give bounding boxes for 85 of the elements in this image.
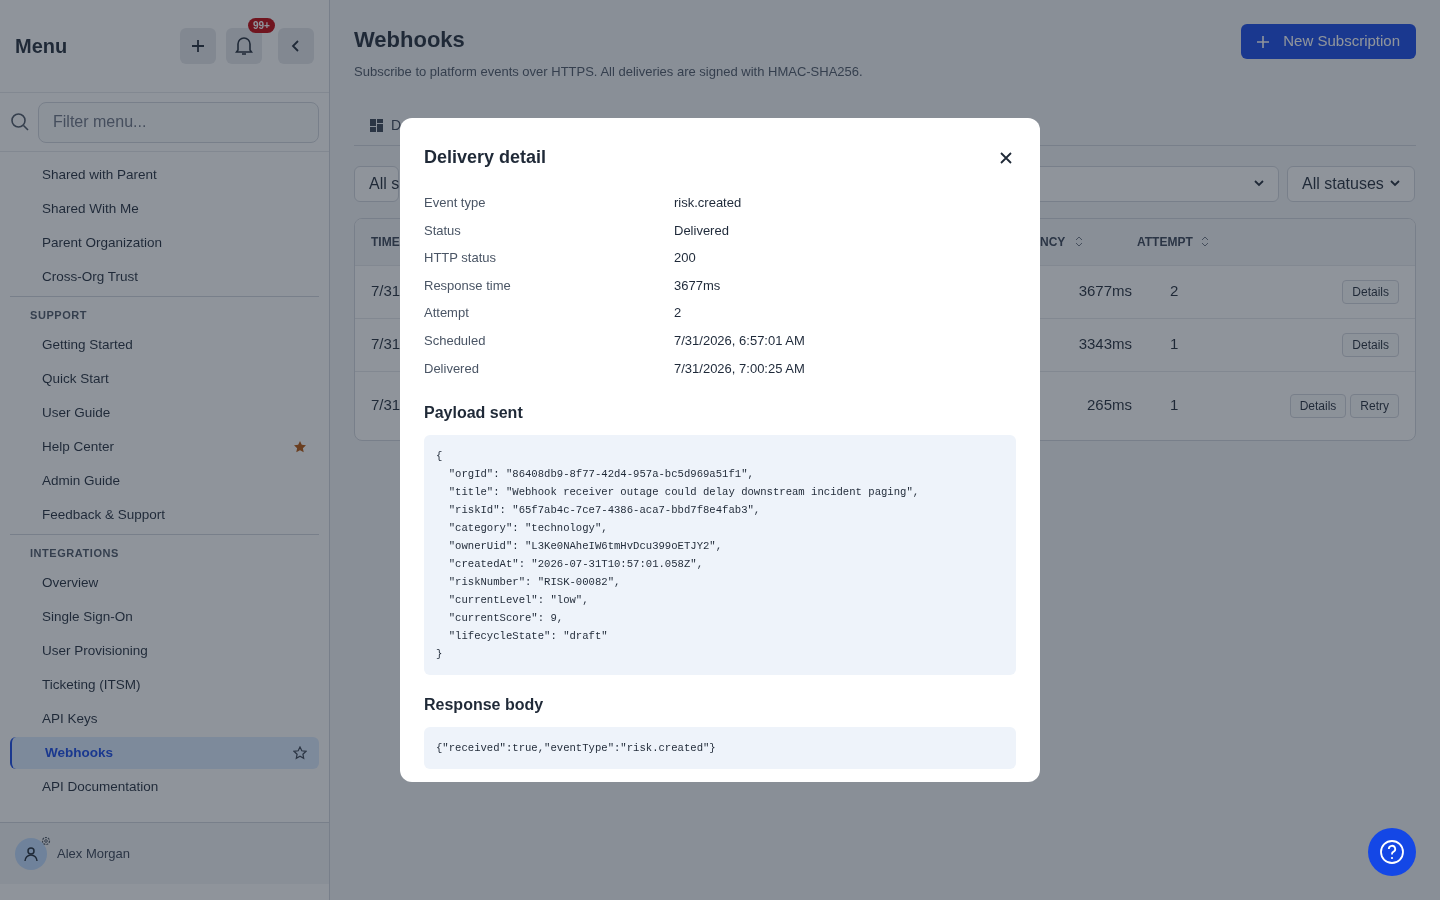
page-title: Webhooks (354, 26, 466, 54)
menu-item[interactable]: Quick Start (10, 363, 319, 395)
tab[interactable]: D (370, 114, 402, 136)
person-icon (24, 845, 38, 862)
payload-code: { "orgId": "86408db9-8f77-42d4-957a-bc5d969a51f1", "title": "Webhook receiver outage could delay downstream incident paging", "riskId": "65f7ab4c-7ce7-4386-aca7-bbd7f8e4fab3", "category": "technology", "ownerUid": "L3Ke0NAheIW6tmHvDcu399oETJY2", "createdAt": "2026-07-31T10:57:01.058Z", "riskNumber": "RISK-00082", "currentLevel": "low", "currentScore": 9, "lifecycleState": "draft" } (424, 435, 1016, 676)
close-icon (1000, 151, 1012, 164)
field-label: Response time (424, 276, 512, 295)
gear-icon (41, 835, 51, 846)
chevron-down-icon (1390, 180, 1400, 187)
menu-item[interactable]: User Provisioning (10, 635, 319, 667)
response-code: {"received":true,"eventType":"risk.created"} (424, 727, 1016, 770)
grid-icon (370, 118, 383, 132)
section-heading: Payload sent (424, 403, 524, 424)
collapse-button[interactable] (278, 28, 314, 64)
section-heading: Response body (424, 695, 545, 716)
question-icon (1379, 839, 1405, 865)
menu-item[interactable]: Admin Guide (10, 465, 319, 497)
menu-item[interactable]: API Documentation (10, 771, 319, 803)
table-cell: 7/31 (371, 396, 401, 414)
field-value: 200 (674, 249, 696, 268)
filter-select[interactable]: All statuses (1287, 165, 1415, 202)
column-header[interactable]: NCY (1040, 232, 1066, 251)
table-cell: 1 (1170, 335, 1179, 353)
field-value: risk.created (674, 194, 742, 213)
menu-item[interactable]: Overview (10, 567, 319, 599)
table-cell: 3343ms (1078, 335, 1132, 353)
field-value: 3677ms (674, 276, 721, 295)
field-label: Delivered (424, 359, 480, 378)
section-heading: INTEGRATIONS (29, 545, 120, 561)
menu-item[interactable]: Single Sign-On (10, 601, 319, 633)
star-icon[interactable] (293, 746, 307, 760)
add-button[interactable] (180, 28, 216, 64)
notification-badge: 99+ (248, 18, 275, 33)
dialog-title: Delivery detail (424, 146, 547, 169)
notifications-button[interactable] (226, 28, 262, 64)
table-action-button[interactable]: Details (1342, 332, 1399, 357)
menu-item[interactable]: Shared With Me (10, 193, 319, 225)
menu-item[interactable]: Cross-Org Trust (10, 261, 319, 293)
field-value: Delivered (674, 221, 729, 240)
field-label: Scheduled (424, 332, 487, 350)
field-label: Event type (424, 194, 487, 213)
menu-item[interactable]: Getting Started (10, 329, 319, 361)
filter-menu-field[interactable]: Filter menu... (38, 101, 319, 143)
field-value: 7/31/2026, 7:00:25 AM (674, 359, 805, 378)
plus-icon (1257, 35, 1270, 48)
table-cell: 2 (1170, 282, 1179, 300)
field-label: Attempt (424, 304, 470, 323)
field-label: Status (424, 221, 462, 240)
avatar[interactable] (15, 837, 47, 870)
filter-select[interactable]: All s (354, 165, 399, 202)
menu-item[interactable]: Help Center (10, 431, 319, 463)
menu-item[interactable]: Shared with Parent (10, 159, 319, 191)
menu-item[interactable]: Feedback & Support (10, 499, 319, 531)
table-action-button[interactable]: Details (1289, 393, 1347, 418)
table-cell: 3677ms (1078, 282, 1132, 300)
column-header[interactable]: TIME (371, 234, 400, 249)
table-action-button[interactable]: Retry (1350, 393, 1399, 418)
star-icon[interactable] (293, 440, 307, 454)
table-cell: 1 (1170, 396, 1179, 414)
section-heading: SUPPORT (29, 307, 89, 323)
menu-item[interactable]: API Keys (10, 703, 319, 735)
field-label: HTTP status (424, 249, 497, 268)
new-subscription-button[interactable]: New Subscription (1241, 24, 1416, 59)
menu-item[interactable]: Ticketing (ITSM) (10, 669, 319, 701)
table-cell: 7/31 (371, 335, 401, 353)
chevron-down-icon (1254, 180, 1264, 187)
plus-icon (190, 38, 206, 54)
menu-item[interactable]: User Guide (10, 397, 319, 429)
bell-icon (235, 36, 253, 56)
chevron-left-icon (291, 39, 301, 53)
table-cell: 7/31 (371, 282, 401, 300)
menu-item[interactable]: Parent Organization (10, 227, 319, 259)
sort-icon (1075, 236, 1084, 247)
column-header[interactable]: ATTEMPT (1137, 232, 1193, 251)
search-icon (10, 112, 30, 132)
field-value: 2 (674, 304, 682, 323)
table-cell: 265ms (1086, 396, 1132, 414)
table-action-button[interactable]: Details (1342, 279, 1399, 304)
sidebar-title: Menu (15, 34, 68, 59)
field-value: 7/31/2026, 6:57:01 AM (674, 332, 805, 350)
sort-icon (1200, 236, 1209, 247)
help-button[interactable] (1368, 828, 1416, 876)
page-subtitle: Subscribe to platform events over HTTPS. All deliveries are signed with HMAC-SHA256. (354, 63, 863, 81)
user-name: Alex Morgan (57, 844, 130, 863)
menu-item[interactable]: Webhooks (10, 737, 319, 769)
